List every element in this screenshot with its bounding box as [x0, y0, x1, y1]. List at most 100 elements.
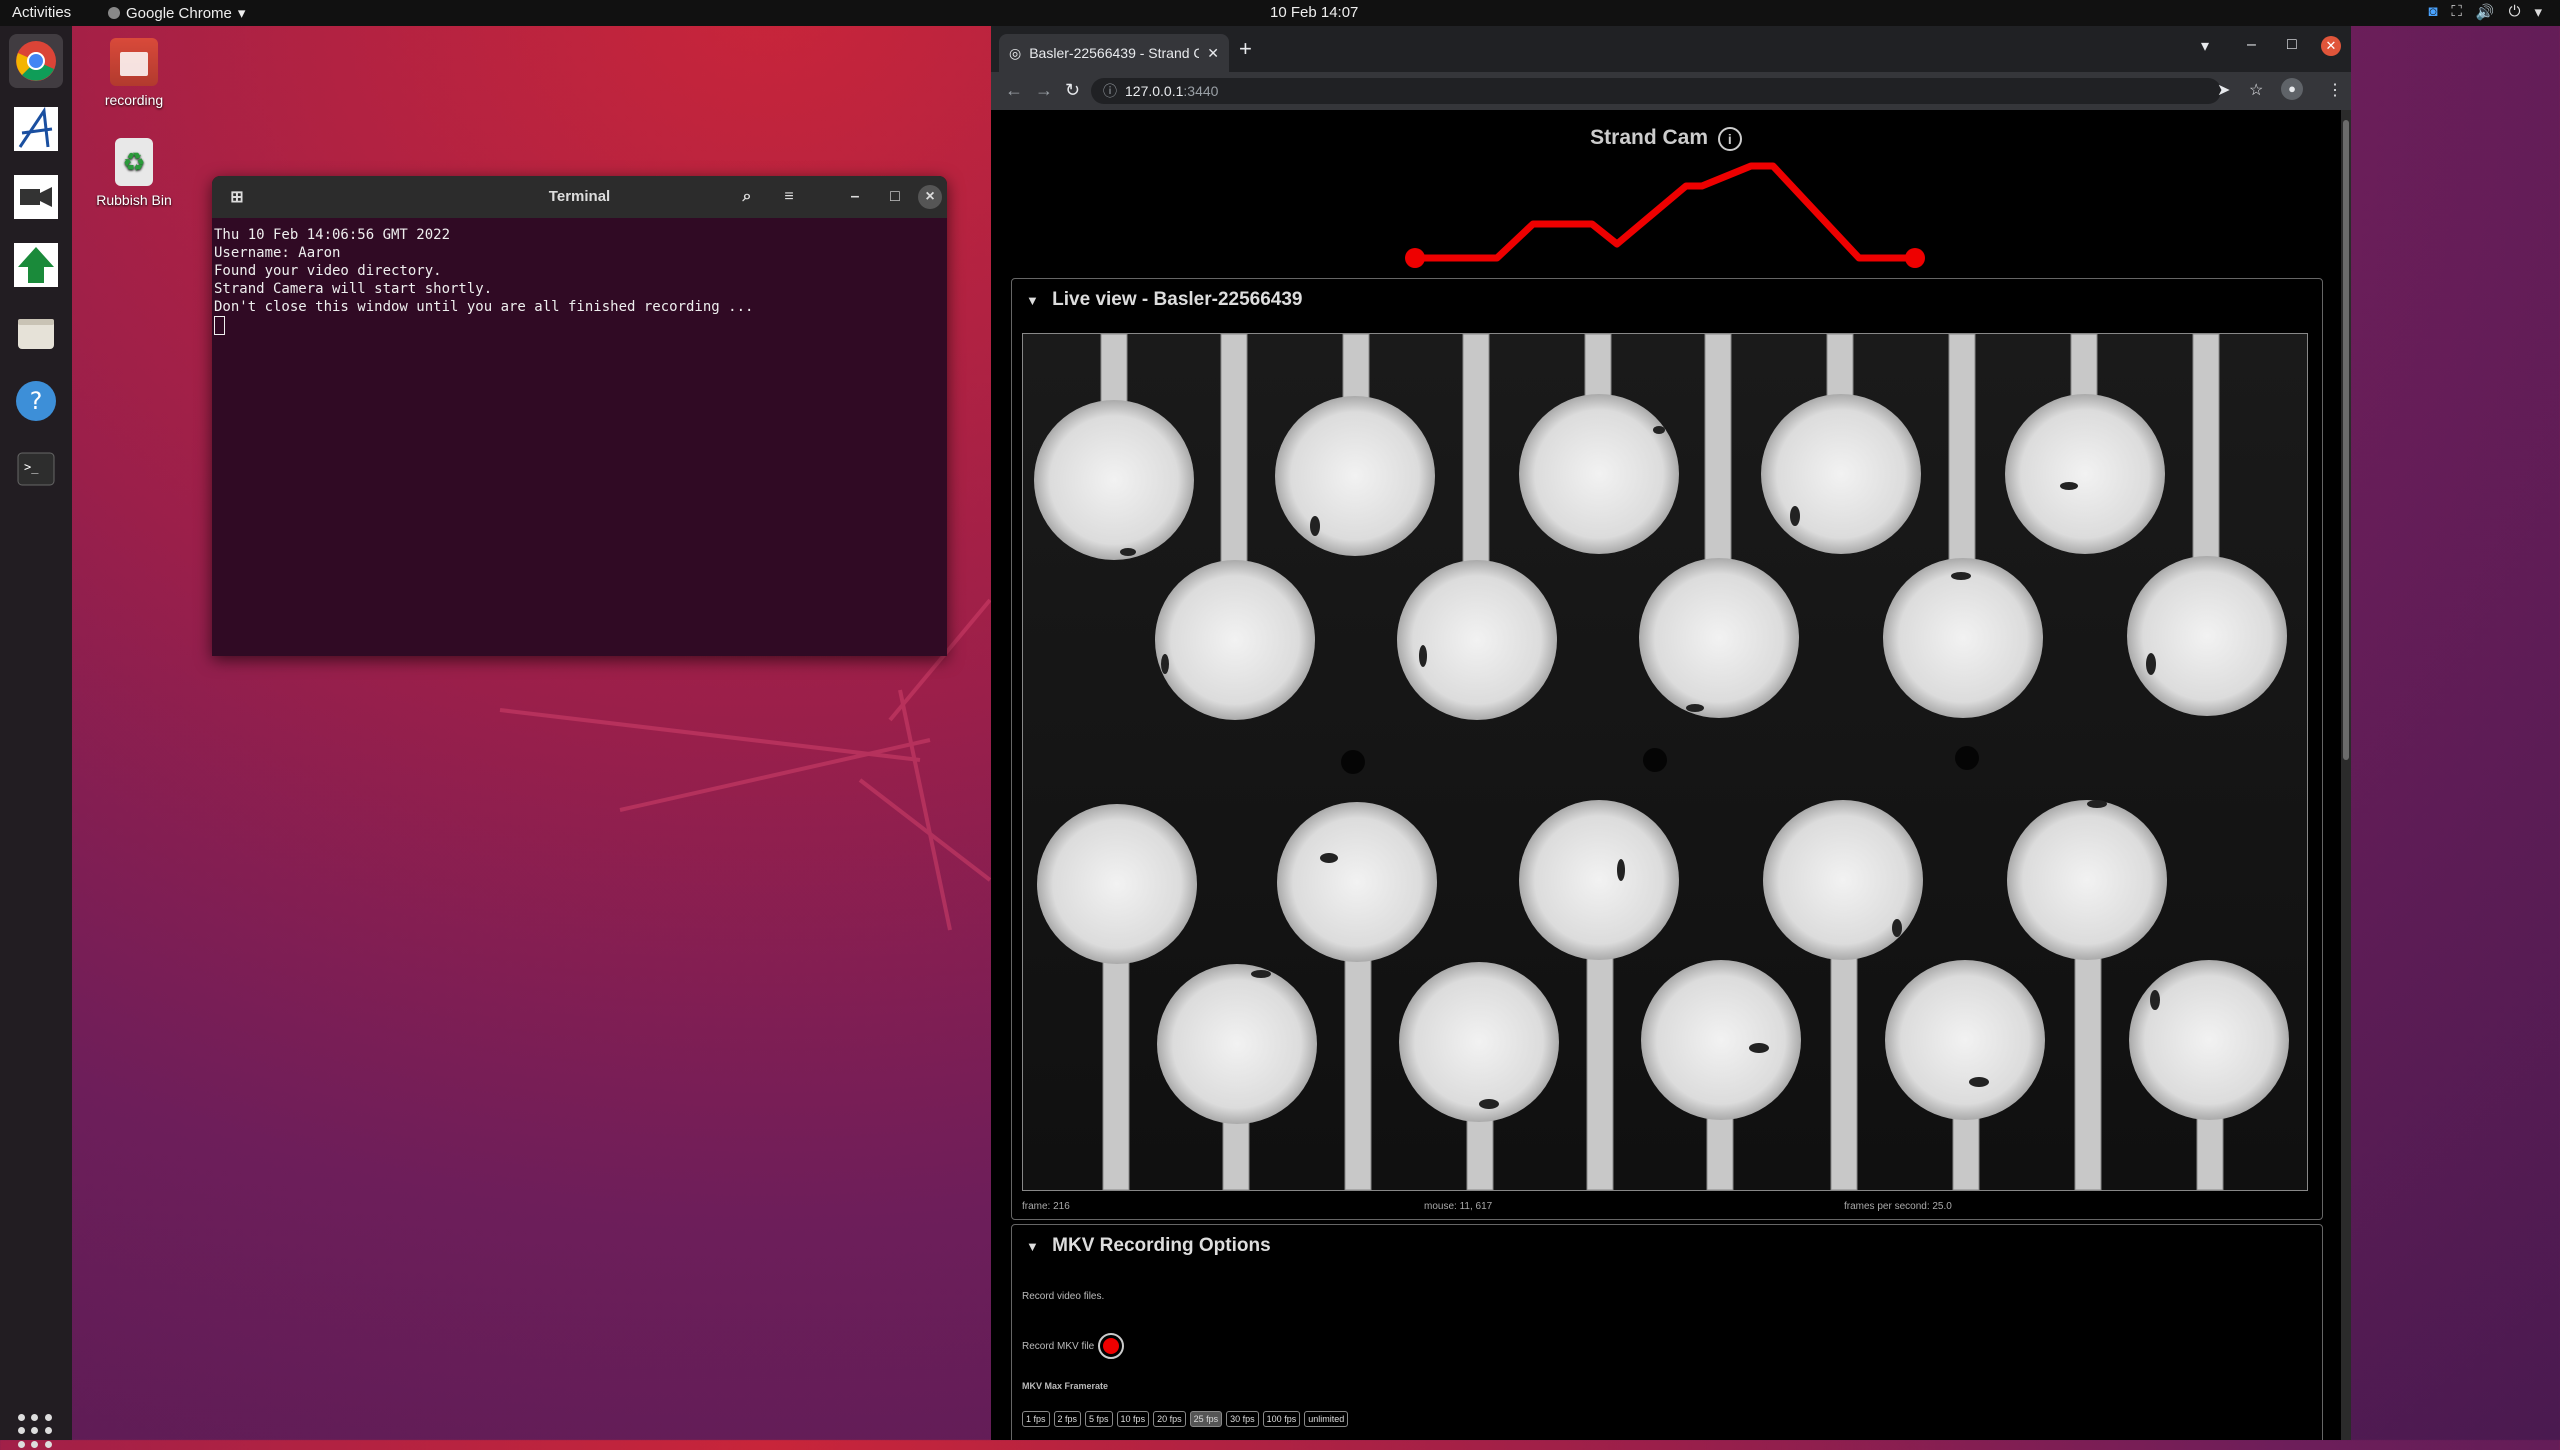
page-scrollbar[interactable]	[2341, 110, 2351, 1440]
minimize-icon[interactable]: –	[2247, 36, 2256, 54]
svg-text:?: ?	[30, 387, 43, 415]
minimize-icon[interactable]: –	[840, 184, 870, 210]
app-menu[interactable]: Google Chrome ▾	[108, 4, 245, 22]
system-tray[interactable]: ◙ ⛶ 🔊 ⏻ ▾	[2428, 3, 2542, 21]
volume-icon[interactable]: 🔊	[2476, 3, 2495, 21]
camera-icon	[14, 175, 58, 219]
desktop-icon-label: recording	[104, 92, 164, 108]
terminal-icon: >_	[17, 452, 55, 486]
app-icon	[14, 107, 58, 151]
record-mkv-label: Record MKV file	[1022, 1341, 1095, 1352]
mouse-coordinates: mouse: 11, 617	[1424, 1201, 1493, 1212]
network-icon[interactable]: ⛶	[2451, 3, 2462, 21]
framerate-button[interactable]: 100 fps	[1262, 1411, 1301, 1427]
strand-cam-logo	[1405, 162, 1925, 268]
mkv-header[interactable]: ▼ MKV Recording Options	[1012, 1225, 2322, 1267]
terminal-line: Don't close this window until you are al…	[214, 299, 754, 315]
chevron-down-icon: ▾	[237, 5, 246, 22]
terminal-window[interactable]: ⊞ Terminal ⌕ ≡ – □ × Thu 10 Feb 14:06:56…	[212, 176, 947, 656]
scrollbar-thumb[interactable]	[2343, 120, 2349, 760]
record-mkv-button[interactable]	[1098, 1333, 1124, 1359]
home-folder-icon	[110, 38, 158, 86]
framerate-button[interactable]: 5 fps	[1085, 1411, 1113, 1427]
app-menu-label: Google Chrome	[126, 4, 232, 22]
upload-arrow-icon	[14, 243, 58, 287]
mkv-description: Record video files.	[1022, 1291, 1105, 1302]
collapse-triangle-icon: ▼	[1026, 293, 1039, 308]
search-icon[interactable]: ⌕	[732, 184, 762, 210]
desktop-icon-rubbish-bin[interactable]: ♻ Rubbish Bin	[74, 138, 194, 208]
dock-terminal[interactable]: >_	[9, 442, 63, 496]
power-icon[interactable]: ⏻	[2509, 3, 2521, 21]
zoom-app-icon[interactable]: ◙	[2428, 3, 2437, 21]
send-icon[interactable]: ➤	[2217, 80, 2230, 100]
terminal-line: Found your video directory.	[214, 263, 442, 279]
mkv-max-framerate-label: MKV Max Framerate	[1022, 1381, 1109, 1391]
close-tab-icon[interactable]: ✕	[1207, 45, 1219, 62]
svg-text:>_: >_	[24, 460, 39, 474]
chevron-down-icon[interactable]: ▾	[2534, 3, 2542, 21]
framerate-button[interactable]: unlimited	[1304, 1411, 1349, 1427]
url-host: 127.0.0.1	[1125, 83, 1184, 99]
browser-toolbar: ← → ↻ ⓘ 127.0.0.1:3440 ➤ ☆ ● ⋮	[991, 72, 2351, 110]
url-port: :3440	[1183, 83, 1219, 99]
collapse-triangle-icon: ▼	[1026, 1239, 1039, 1254]
back-icon[interactable]: ←	[1005, 80, 1023, 101]
reload-icon[interactable]: ↻	[1065, 80, 1080, 101]
bookmark-star-icon[interactable]: ☆	[2249, 80, 2263, 100]
desktop-icon-label: Rubbish Bin	[96, 192, 172, 208]
close-icon[interactable]: ✕	[2321, 36, 2341, 56]
frames-per-second: frames per second: 25.0	[1844, 1201, 1952, 1212]
framerate-button-group: 1 fps 2 fps 5 fps 10 fps 20 fps 25 fps 3…	[1022, 1411, 1349, 1427]
live-view-heading: Live view - Basler-22566439	[1052, 289, 1303, 310]
show-apps-icon[interactable]	[18, 1414, 54, 1450]
dock-upload[interactable]	[9, 238, 63, 292]
terminal-titlebar[interactable]: ⊞ Terminal ⌕ ≡ – □ ×	[212, 176, 947, 218]
tab-search-icon[interactable]: ▾	[2201, 36, 2209, 56]
framerate-button[interactable]: 10 fps	[1116, 1411, 1150, 1427]
info-icon[interactable]: ⓘ	[1103, 81, 1117, 101]
mkv-heading: MKV Recording Options	[1052, 1235, 1271, 1256]
forward-icon[interactable]: →	[1035, 80, 1053, 101]
maximize-icon[interactable]: □	[2287, 36, 2297, 54]
tab-title: Basler-22566439 - Strand Cam	[1029, 45, 1200, 61]
browser-tab[interactable]: ◎ Basler-22566439 - Strand Cam ✕	[999, 34, 1229, 72]
terminal-line: Strand Camera will start shortly.	[214, 281, 493, 297]
dock: ? >_	[0, 26, 72, 1448]
top-bar: Activities Google Chrome ▾ 10 Feb 14:07 …	[0, 0, 2560, 26]
tab-strip: ◎ Basler-22566439 - Strand Cam ✕ + ▾ – □…	[991, 26, 2351, 72]
more-menu-icon[interactable]: ⋮	[2327, 80, 2343, 100]
profile-icon[interactable]: ●	[2281, 78, 2303, 100]
framerate-button[interactable]: 2 fps	[1053, 1411, 1082, 1427]
terminal-line: Thu 10 Feb 14:06:56 GMT 2022	[214, 227, 451, 243]
framerate-button[interactable]: 20 fps	[1153, 1411, 1186, 1427]
live-view-header[interactable]: ▼ Live view - Basler-22566439	[1012, 279, 2322, 321]
chrome-icon	[16, 41, 56, 81]
chrome-window[interactable]: ◎ Basler-22566439 - Strand Cam ✕ + ▾ – □…	[991, 26, 2351, 1440]
web-page: Strand Cam i ▼ Live view - Basler-225664…	[991, 110, 2341, 1440]
frame-counter: frame: 216	[1022, 1201, 1070, 1212]
terminal-output[interactable]: Thu 10 Feb 14:06:56 GMT 2022 Username: Aa…	[212, 218, 947, 343]
address-bar[interactable]: ⓘ 127.0.0.1:3440	[1091, 78, 2221, 104]
recycle-bin-icon: ♻	[115, 138, 153, 186]
desktop-icon-recording[interactable]: recording	[74, 38, 194, 108]
dock-help[interactable]: ?	[9, 374, 63, 428]
activities-button[interactable]: Activities	[12, 4, 71, 21]
terminal-title: Terminal	[548, 188, 611, 205]
dock-files[interactable]	[9, 306, 63, 360]
dock-chrome[interactable]	[9, 34, 63, 88]
menu-icon[interactable]: ≡	[774, 184, 804, 210]
globe-icon: ◎	[1009, 44, 1022, 61]
clock[interactable]: 10 Feb 14:07	[1270, 4, 1358, 21]
framerate-button[interactable]: 30 fps	[1226, 1411, 1259, 1427]
framerate-button-selected[interactable]: 25 fps	[1189, 1411, 1223, 1427]
mkv-recording-panel: ▼ MKV Recording Options Record video fil…	[1011, 1224, 2323, 1440]
dock-app[interactable]	[9, 102, 63, 156]
dock-camera[interactable]	[9, 170, 63, 224]
maximize-icon[interactable]: □	[880, 184, 910, 210]
framerate-button[interactable]: 1 fps	[1022, 1411, 1050, 1427]
new-tab-button[interactable]: +	[1239, 36, 1252, 62]
help-icon: ?	[16, 381, 56, 421]
camera-live-image[interactable]	[1022, 333, 2308, 1191]
close-icon[interactable]: ×	[918, 185, 942, 209]
